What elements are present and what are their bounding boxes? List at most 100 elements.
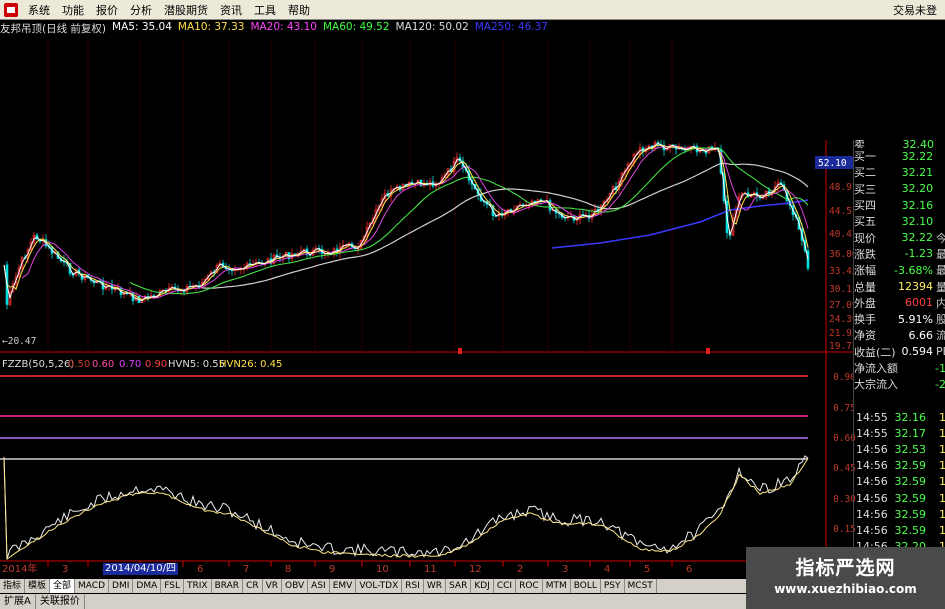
month-gridlines — [47, 40, 673, 352]
indicator-tab[interactable]: CCI — [494, 579, 517, 593]
quote-value: 6.66 — [908, 328, 934, 342]
quote-row: 外盘 6001 内 — [854, 295, 945, 311]
quote-key: 总量 — [854, 280, 876, 294]
indicator-tab[interactable]: SAR — [446, 579, 472, 593]
selected-date-box: 2014/04/10/四 — [103, 563, 179, 575]
quote-extra: 股 — [936, 313, 945, 327]
indicator-tab[interactable]: VR — [263, 579, 283, 593]
quote-row: 买四 32.16 — [854, 197, 945, 213]
indicator-tab[interactable]: DMI — [109, 579, 134, 593]
quote-extra: 最 — [936, 247, 945, 261]
tick-time: 14:56 — [856, 475, 888, 489]
quote-extra: PE — [936, 345, 945, 359]
watermark-url: www.xuezhibiao.com — [774, 582, 917, 596]
time-tick: 3 — [562, 564, 568, 575]
tab-related-quote[interactable]: 关联报价 — [36, 594, 85, 609]
quote-key: 买一 — [854, 150, 876, 164]
candle-body — [806, 250, 810, 269]
indicator-tab[interactable]: 全部 — [50, 579, 76, 593]
time-tick: 3 — [62, 564, 68, 575]
indicator-tab[interactable]: DMA — [133, 579, 162, 593]
indicator-tab[interactable]: WR — [424, 579, 447, 593]
time-tick: 4 — [604, 564, 610, 575]
tick-price: 32.59 — [894, 507, 927, 521]
indicator-tab[interactable]: MACD — [75, 579, 110, 593]
low-price-marker: ←20.47 — [2, 336, 36, 347]
indicator-tab[interactable]: FSL — [161, 579, 184, 593]
indicator-level: 0.90 — [145, 359, 167, 370]
time-tick: 5 — [644, 564, 650, 575]
tick-row: 14:55 32.16 1 — [854, 409, 945, 425]
quote-extra: -1 — [935, 361, 945, 375]
indicator-tab[interactable]: PSY — [601, 579, 625, 593]
quote-value: -3.68% — [894, 263, 933, 277]
indicator-tab[interactable]: BRAR — [212, 579, 244, 593]
tab-extension-a[interactable]: 扩展A — [0, 594, 36, 609]
quote-row: 买一 32.22 — [854, 148, 945, 164]
indicator-tab[interactable]: BOLL — [571, 579, 601, 593]
sell-row: 卖 32.40 — [854, 140, 945, 148]
tick-volume: 1 — [939, 523, 945, 537]
quote-value: 32.16 — [901, 198, 934, 212]
tick-volume: 1 — [939, 491, 945, 505]
quote-row: 总量 12394 量 — [854, 278, 945, 294]
event-marker — [458, 348, 462, 354]
quote-value: 0.594 — [901, 345, 934, 359]
time-tick: 8 — [285, 564, 291, 575]
quote-key: 净流入额 — [854, 362, 898, 375]
indicator-tab[interactable]: VOL-TDX — [356, 579, 403, 593]
quote-row: 收益(二) 0.594PE — [854, 344, 945, 360]
time-tick: 2 — [517, 564, 523, 575]
indicator-tab[interactable]: CR — [243, 579, 263, 593]
tick-price: 32.59 — [894, 523, 927, 537]
time-tick: 12 — [469, 564, 482, 575]
quote-value: -1.23 — [904, 247, 933, 261]
indicator-tab[interactable]: KDJ — [471, 579, 494, 593]
tick-time: 14:56 — [856, 459, 888, 473]
tick-time: 14:56 — [856, 442, 888, 456]
quote-key: 收益(二) — [854, 345, 896, 359]
sell-value: 32.40 — [902, 140, 935, 148]
indicator-tab[interactable]: MTM — [543, 579, 571, 593]
kline-chart[interactable]: ←20.47 48.97 44.52 40.47 36.80 33.45 30.… — [0, 0, 945, 609]
quote-extra: 流 — [936, 329, 945, 343]
ma5-line — [3, 142, 809, 302]
tick-row: 14:56 32.59 1 — [854, 474, 945, 490]
tick-volume: 1 — [939, 459, 945, 473]
event-marker — [706, 348, 710, 354]
quote-value: 32.22 — [901, 231, 934, 245]
quote-key: 净资 — [854, 329, 876, 343]
quote-row: 买二 32.21 — [854, 164, 945, 180]
quote-row: 涨跌 -1.23 最 — [854, 246, 945, 262]
indicator-level: 0.70 — [119, 359, 141, 370]
indicator-tab[interactable]: 指标 — [0, 579, 26, 593]
time-tick: 10 — [376, 564, 389, 575]
quote-row: 净流入额 -1 — [854, 360, 945, 376]
tick-volume: 1 — [939, 410, 945, 424]
tick-row: 14:56 32.53 1 — [854, 441, 945, 457]
indicator-tab[interactable]: ASI — [308, 579, 330, 593]
quote-key: 换手 — [854, 313, 876, 327]
indicator-tab[interactable]: 模板 — [25, 579, 51, 593]
indicator-tab[interactable]: ROC — [516, 579, 543, 593]
quote-key: 买二 — [854, 166, 876, 180]
quote-key: 大宗流入 — [854, 378, 898, 392]
tick-price: 32.59 — [894, 491, 927, 505]
tick-row: 14:56 32.59 1 — [854, 458, 945, 474]
indicator-tab[interactable]: EMV — [330, 579, 357, 593]
indicator-tab[interactable]: OBV — [282, 579, 309, 593]
ma120-line — [201, 162, 809, 289]
quote-key: 现价 — [854, 231, 876, 245]
tick-row: 14:56 32.59 1 — [854, 522, 945, 538]
quote-key: 买五 — [854, 215, 876, 229]
time-tick: 6 — [197, 564, 203, 575]
quote-extra: 量 — [936, 280, 945, 294]
quote-key: 外盘 — [854, 296, 876, 310]
indicator-tab[interactable]: TRIX — [184, 579, 212, 593]
indicator-tab[interactable]: RSI — [402, 579, 424, 593]
quote-key: 涨幅 — [854, 264, 876, 278]
hvn5-curve — [3, 455, 809, 559]
indicator-tab[interactable]: MCST — [625, 579, 657, 593]
watermark-title: 指标严选网 — [795, 557, 896, 579]
time-tick: 9 — [329, 564, 335, 575]
